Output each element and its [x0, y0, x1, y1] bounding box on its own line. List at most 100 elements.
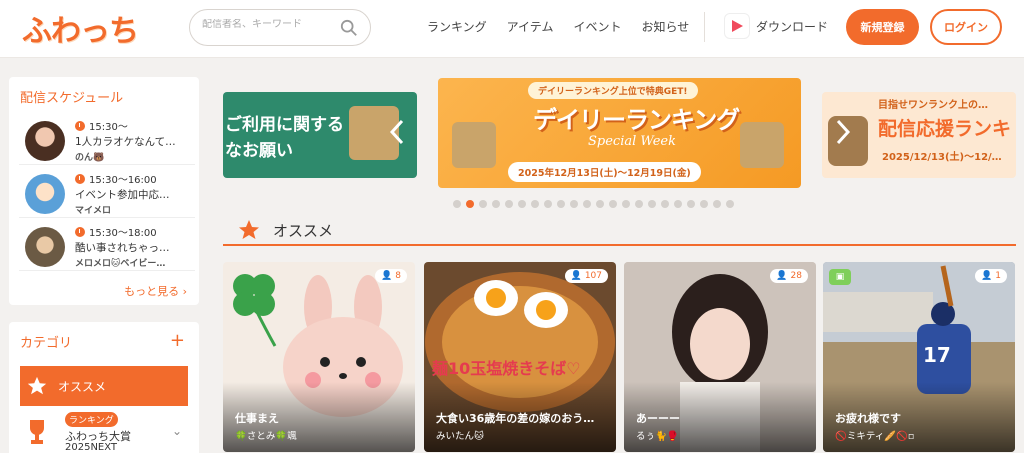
section-header: オススメ: [223, 214, 1016, 246]
banner-top: 目指せワンランク上の…: [878, 100, 988, 111]
clock-icon: [75, 120, 85, 131]
card-user: みいたん🐱: [436, 431, 484, 442]
schedule-item[interactable]: 15:30〜16:00 イベント参加中応… マイメロ: [19, 168, 195, 218]
carousel-dot[interactable]: [492, 200, 500, 208]
schedule-item-user: マイメロ: [75, 206, 112, 216]
avatar: [25, 227, 65, 267]
schedule-panel: 配信スケジュール 15:30〜 1人カラオケなんて… のん🐻 15:30〜16:…: [9, 77, 199, 305]
carousel-dot[interactable]: [479, 200, 487, 208]
carousel-dot[interactable]: [609, 200, 617, 208]
search-icon[interactable]: [340, 19, 358, 37]
carousel-dot[interactable]: [557, 200, 565, 208]
user-icon: 👤: [570, 271, 582, 281]
carousel-dot[interactable]: [635, 200, 643, 208]
schedule-time: 15:30〜16:00: [75, 171, 157, 186]
nav-ranking[interactable]: ランキング: [427, 18, 487, 35]
card-title: 大食い36歳年の差の嫁のおう…: [436, 412, 595, 425]
carousel-dot[interactable]: [661, 200, 669, 208]
schedule-time: 15:30〜: [75, 118, 128, 133]
banner-daily-ranking[interactable]: デイリーランキング上位で特典GET! デイリーランキング Special Wee…: [438, 78, 801, 188]
banner-date: 2025年12月13日(土)〜12月19日(金): [508, 162, 701, 182]
viewer-count: 👤 107: [564, 269, 608, 283]
search-box[interactable]: [189, 9, 371, 46]
avatar: [25, 121, 65, 161]
plus-icon[interactable]: +: [170, 332, 185, 350]
carousel-dot[interactable]: [622, 200, 630, 208]
svg-text:麺10玉塩焼きそば♡: 麺10玉塩焼きそば♡: [431, 359, 581, 378]
banner-main: デイリーランキング: [533, 106, 740, 134]
avatar: [25, 174, 65, 214]
card-user: 🍀さとみ🍀颯: [235, 431, 297, 442]
user-icon: 👤: [981, 271, 993, 281]
carousel-dot[interactable]: [453, 200, 461, 208]
category-item-recommended[interactable]: オススメ: [20, 366, 188, 406]
schedule-time: 15:30〜18:00: [75, 224, 157, 239]
section-title: オススメ: [273, 222, 334, 240]
stream-card[interactable]: 麺10玉塩焼きそば♡ 👤 107 大食い36歳年の差の嫁のおう… みいたん🐱: [424, 262, 616, 452]
download-link[interactable]: ダウンロード: [724, 13, 828, 39]
camera-icon: ▣: [829, 269, 851, 285]
carousel-dot[interactable]: [466, 200, 474, 208]
schedule-item[interactable]: 15:30〜18:00 酷い事されちゃっ… メロメロ🐱ベイビー…: [19, 221, 195, 271]
chevron-down-icon[interactable]: ⌄: [172, 424, 182, 438]
search-input[interactable]: [202, 19, 342, 30]
carousel-prev-icon[interactable]: [386, 117, 410, 147]
banner-top: デイリーランキング上位で特典GET!: [528, 82, 698, 99]
category-item-ranking[interactable]: ランキング ふわっち大賞 2025NEXT ⌄: [20, 412, 188, 453]
ranking-badge: ランキング: [65, 412, 118, 427]
schedule-item-user: のん🐻: [75, 153, 105, 163]
banner-main: 配信応援ランキ: [878, 118, 1012, 140]
main-nav: ランキング アイテム イベント お知らせ: [427, 18, 689, 35]
carousel-dot[interactable]: [531, 200, 539, 208]
banner-script: Special Week: [588, 134, 676, 149]
banner-text: なお願い: [225, 141, 293, 161]
signup-button[interactable]: 新規登録: [846, 9, 919, 45]
header: ふわっち ランキング アイテム イベント お知らせ ダウンロード 新規登録 ログ…: [0, 0, 1024, 58]
card-user: 🚫ミキティ🥖🚫▫: [835, 431, 915, 442]
viewer-count: 👤 8: [375, 269, 407, 283]
more-link[interactable]: もっと見る ›: [124, 283, 187, 299]
carousel-dot[interactable]: [544, 200, 552, 208]
user-icon: 👤: [776, 271, 788, 281]
schedule-item-title: 酷い事されちゃっ…: [75, 242, 170, 254]
category-title: カテゴリ: [20, 336, 73, 351]
carousel-dot[interactable]: [648, 200, 656, 208]
carousel-dot[interactable]: [713, 200, 721, 208]
ranking-subtitle: 2025NEXT: [65, 442, 118, 453]
carousel-dot[interactable]: [596, 200, 604, 208]
schedule-item-title: イベント参加中応…: [75, 189, 170, 201]
nav-news[interactable]: お知らせ: [641, 18, 689, 35]
app-play-icon: [724, 13, 750, 39]
mascot-image: [740, 122, 784, 168]
user-icon: 👤: [381, 271, 393, 281]
star-icon: [27, 376, 47, 395]
clover-illustration: [233, 274, 277, 347]
stream-card[interactable]: 👤 28 あーーー るぅ🐈🥊: [624, 262, 816, 452]
carousel-dot[interactable]: [700, 200, 708, 208]
carousel-dot[interactable]: [505, 200, 513, 208]
nav-divider: [704, 12, 705, 42]
carousel-dot[interactable]: [726, 200, 734, 208]
site-logo[interactable]: ふわっち: [22, 6, 139, 50]
carousel-dot[interactable]: [583, 200, 591, 208]
trophy-icon: [30, 420, 44, 444]
carousel-dot[interactable]: [570, 200, 578, 208]
schedule-item[interactable]: 15:30〜 1人カラオケなんて… のん🐻: [19, 115, 195, 165]
star-icon: [239, 220, 259, 239]
nav-events[interactable]: イベント: [573, 18, 621, 35]
schedule-title: 配信スケジュール: [20, 91, 124, 106]
stream-card[interactable]: 17 ▣ 👤 1 お疲れ様です 🚫ミキティ🥖🚫▫: [823, 262, 1015, 452]
schedule-item-user: メロメロ🐱ベイビー…: [75, 259, 166, 269]
carousel-next-icon[interactable]: [830, 117, 854, 147]
banner-text: ご利用に関する: [225, 115, 344, 135]
stream-card[interactable]: 👤 8 仕事まえ 🍀さとみ🍀颯: [223, 262, 415, 452]
schedule-item-title: 1人カラオケなんて…: [75, 136, 176, 148]
category-panel: カテゴリ + オススメ ランキング ふわっち大賞 2025NEXT ⌄: [9, 322, 199, 453]
carousel-dot[interactable]: [674, 200, 682, 208]
carousel-dot[interactable]: [687, 200, 695, 208]
card-user: るぅ🐈🥊: [636, 431, 679, 442]
login-button[interactable]: ログイン: [930, 9, 1002, 45]
nav-items[interactable]: アイテム: [507, 18, 554, 35]
carousel-dot[interactable]: [518, 200, 526, 208]
category-label: オススメ: [58, 379, 107, 394]
